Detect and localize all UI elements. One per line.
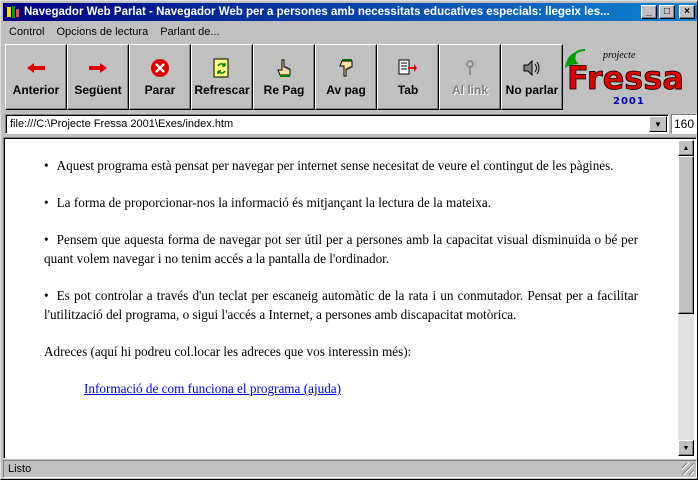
scroll-up-button[interactable]: ▲	[678, 140, 694, 156]
refrescar-button[interactable]: Refrescar	[191, 44, 253, 110]
arrow-left-icon	[26, 57, 46, 79]
logo-fressa: Fressa	[567, 59, 684, 97]
link-icon	[464, 57, 476, 79]
anterior-button[interactable]: Anterior	[5, 44, 67, 110]
hand-up-icon	[276, 57, 292, 79]
tab-label: Tab	[397, 83, 419, 97]
menu-bar: Control Opcions de lectura Parlant de...	[3, 22, 697, 41]
chevron-down-icon: ▼	[654, 119, 662, 129]
paragraph-3: Pensem que aquesta forma de navegar pot …	[44, 230, 638, 268]
stop-icon	[150, 57, 170, 79]
av-pag-button[interactable]: Av pag	[315, 44, 377, 110]
seguent-button[interactable]: Següent	[67, 44, 129, 110]
addresses-label: Adreces (aquí hi podreu col.locar les ad…	[44, 344, 412, 359]
status-text: Listo	[8, 463, 32, 475]
paragraph-2: La forma de proporcionar-nos la informac…	[44, 193, 638, 212]
arrow-up-icon: ▲	[682, 144, 690, 152]
address-dropdown-button[interactable]: ▼	[649, 116, 667, 132]
paragraph-4: Es pot controlar a través d'un teclat pe…	[44, 286, 638, 324]
address-input[interactable]: file:///C:\Projecte Fressa 2001\Exes/ind…	[5, 114, 669, 134]
web-content: Aquest programa està pensat per navegar …	[3, 137, 697, 459]
logo-year: 2001	[613, 96, 645, 107]
scroll-thumb[interactable]	[678, 156, 694, 314]
av-pag-label: Av pag	[326, 83, 366, 97]
hand-down-icon	[338, 57, 354, 79]
anterior-label: Anterior	[12, 83, 60, 97]
address-bar: file:///C:\Projecte Fressa 2001\Exes/ind…	[3, 114, 697, 134]
page-number-field[interactable]: 160	[671, 114, 697, 134]
re-pag-label: Re Pag	[263, 83, 305, 97]
arrow-right-icon	[88, 57, 108, 79]
title-bar[interactable]: Navegador Web Parlat - Navegador Web per…	[3, 3, 697, 21]
menu-parlant-de[interactable]: Parlant de...	[154, 26, 225, 38]
resize-grip-icon[interactable]	[682, 463, 694, 475]
no-parlar-button[interactable]: No parlar	[501, 44, 563, 110]
scroll-down-button[interactable]: ▼	[678, 440, 694, 456]
parar-label: Parar	[144, 83, 176, 97]
minimize-icon: _	[646, 6, 652, 17]
al-link-button[interactable]: Al link	[439, 44, 501, 110]
help-link[interactable]: Informació de com funciona el programa (…	[84, 379, 638, 398]
al-link-label: Al link	[451, 83, 488, 97]
maximize-icon: □	[663, 6, 671, 17]
menu-control[interactable]: Control	[3, 26, 50, 38]
tab-icon	[398, 57, 418, 79]
toolbar: Anterior Següent Parar Refrescar Re Pag …	[3, 44, 697, 112]
menu-opcions-lectura[interactable]: Opcions de lectura	[50, 26, 154, 38]
refrescar-label: Refrescar	[194, 83, 250, 97]
vertical-scrollbar[interactable]: ▲ ▼	[678, 140, 694, 456]
refresh-icon	[213, 57, 231, 79]
speaker-icon	[522, 57, 542, 79]
close-button[interactable]: ×	[679, 5, 695, 19]
maximize-button[interactable]: □	[659, 5, 675, 19]
status-bar: Listo	[3, 460, 697, 478]
re-pag-button[interactable]: Re Pag	[253, 44, 315, 110]
fressa-logo: projecte Fressa 2001	[563, 46, 697, 108]
window-title: Navegador Web Parlat - Navegador Web per…	[24, 6, 610, 18]
tab-button[interactable]: Tab	[377, 44, 439, 110]
paragraph-1: Aquest programa està pensat per navegar …	[44, 156, 638, 175]
app-icon[interactable]	[5, 4, 21, 20]
no-parlar-label: No parlar	[505, 83, 559, 97]
arrow-down-icon: ▼	[682, 444, 690, 452]
document: Aquest programa està pensat per navegar …	[44, 156, 638, 398]
close-icon: ×	[684, 6, 690, 17]
app-window: Navegador Web Parlat - Navegador Web per…	[0, 0, 698, 480]
minimize-button[interactable]: _	[641, 5, 657, 19]
seguent-label: Següent	[74, 83, 122, 97]
parar-button[interactable]: Parar	[129, 44, 191, 110]
